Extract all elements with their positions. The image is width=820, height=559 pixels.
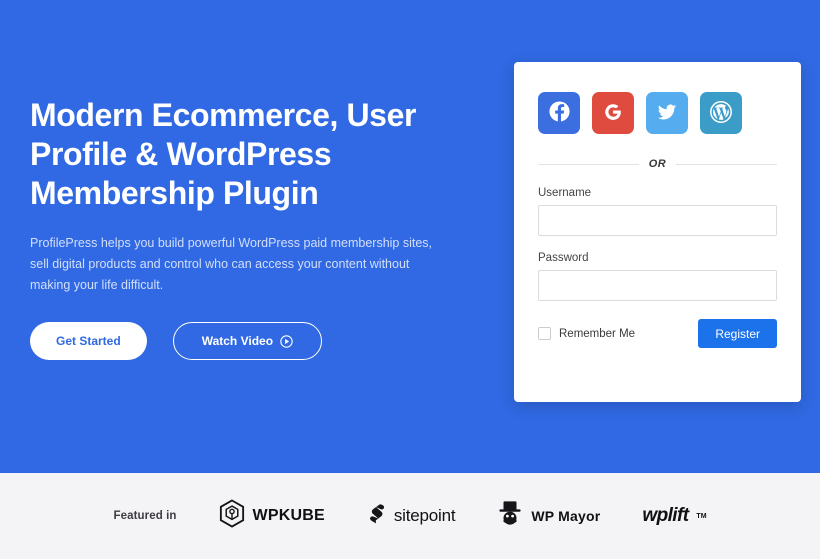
logo-wpkube-text: WPKUBE [252,507,325,524]
logo-wp-mayor: WP Mayor [497,500,600,532]
twitter-login-button[interactable] [646,92,688,134]
facebook-icon [548,100,571,126]
hero-description: ProfilePress helps you build powerful Wo… [30,236,433,292]
twitter-icon [656,101,678,126]
remember-me-row[interactable]: Remember Me [538,327,635,340]
page-title: Modern Ecommerce, User Profile & WordPre… [30,97,417,211]
divider-line-right [676,163,777,165]
get-started-button[interactable]: Get Started [30,322,147,360]
logo-wplift-text: wplift [642,505,689,526]
remember-me-label: Remember Me [559,327,636,340]
password-label: Password [538,252,589,264]
logo-wpkube: WPKUBE [219,499,325,533]
google-login-button[interactable] [592,92,634,134]
form-footer: Remember Me Register [538,319,777,348]
logo-sitepoint-text: sitepoint [393,506,456,525]
top-hat-mustache-icon [497,500,523,532]
password-field-group: Password [538,252,777,301]
register-button[interactable]: Register [698,319,777,348]
cta-row: Get Started Watch Video [30,322,460,360]
remember-me-checkbox[interactable] [538,327,551,340]
social-login-row [538,92,777,134]
google-icon [602,101,624,126]
watch-video-label: Watch Video [201,334,274,348]
hero-copy: Modern Ecommerce, User Profile & WordPre… [30,96,460,360]
or-divider: OR [538,158,777,170]
login-card: OR Username Password Remember Me Registe… [514,62,801,402]
divider-line-left [538,163,639,165]
password-input[interactable] [538,270,777,301]
watch-video-button[interactable]: Watch Video [172,322,323,360]
logo-wplift: wplift TM [642,505,706,527]
landing-page: Modern Ecommerce, User Profile & WordPre… [0,0,820,559]
hexagon-cube-icon [219,499,245,533]
wordpress-icon [709,100,733,127]
logo-wp-mayor-text: WP Mayor [531,508,601,524]
featured-in-label: Featured in [113,510,177,522]
divider-label: OR [648,158,667,170]
sitepoint-bolt-icon [367,503,386,529]
wordpress-login-button[interactable] [700,92,742,134]
play-circle-icon [280,334,293,348]
trademark-symbol: TM [696,512,707,520]
logo-sitepoint: sitepoint [367,503,456,529]
featured-in-footer: Featured in WPKUBE sitepoint WP Mayor wp… [0,473,820,559]
username-field-group: Username [538,187,777,236]
username-label: Username [538,187,592,199]
username-input[interactable] [538,205,777,236]
facebook-login-button[interactable] [538,92,580,134]
